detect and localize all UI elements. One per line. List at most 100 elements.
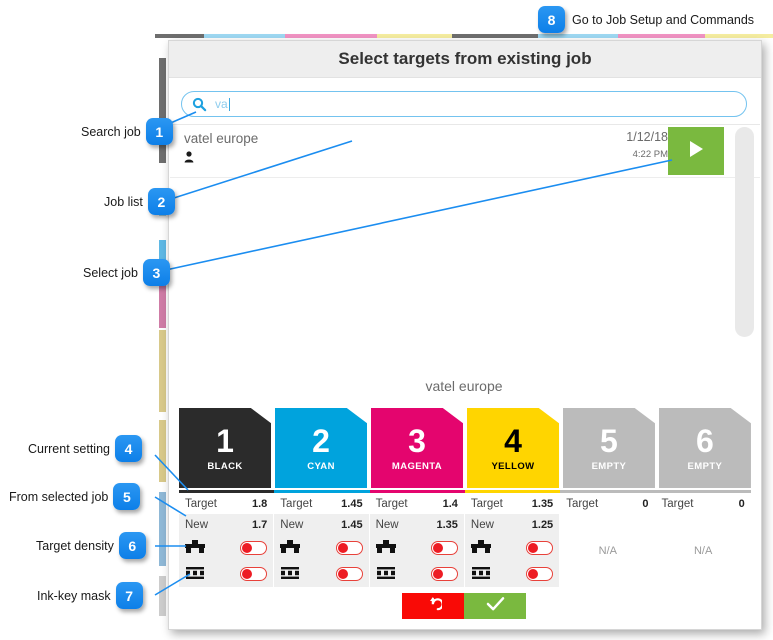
callout-6[interactable]: Target density 6: [36, 532, 146, 559]
selected-job-title: vatel europe: [425, 378, 503, 394]
unit-color-name: EMPTY: [687, 460, 723, 472]
job-time: 4:22 PM: [632, 149, 668, 160]
target-label: Target: [661, 497, 694, 510]
ink-key-mask-cell: [274, 561, 370, 587]
dialog-footer: [169, 593, 759, 619]
target-value: 1.4: [442, 497, 458, 510]
callout-badge[interactable]: 1: [145, 118, 173, 145]
ink-key-mask-toggle[interactable]: [526, 567, 554, 581]
callout-4[interactable]: Current setting 4: [28, 435, 142, 462]
unit-number: 5: [600, 422, 618, 459]
target-density-icon: [375, 539, 396, 557]
user-icon: [184, 150, 194, 168]
new-value: 1.45: [341, 518, 363, 531]
unit-color-name: EMPTY: [591, 460, 627, 472]
callout-label: Select job: [83, 265, 138, 280]
target-density-icon: [280, 539, 301, 557]
ink-key-mask-icon: [376, 566, 396, 583]
target-label: Target: [566, 497, 599, 510]
target-cell: Target 1.8: [179, 493, 275, 514]
new-cell: New 1.7: [179, 514, 275, 535]
targets-column-4: Target 1.35 New 1.25: [464, 490, 561, 587]
ink-key-mask-toggle[interactable]: [240, 567, 268, 581]
target-density-toggle[interactable]: [430, 541, 458, 555]
callout-label: From selected job: [9, 489, 109, 504]
unit-number: 4: [504, 422, 522, 459]
target-density-toggle[interactable]: [526, 541, 554, 555]
job-date: 1/12/18: [626, 130, 668, 144]
targets-column-3: Target 1.4 New 1.35: [369, 490, 465, 587]
job-list-item[interactable]: vatel europe 1/12/18 4:22 PM: [170, 125, 760, 178]
ink-unit-2: 2 CYAN: [274, 408, 368, 488]
job-list[interactable]: vatel europe 1/12/18 4:22 PM: [170, 124, 760, 368]
callout-label: Search job: [81, 124, 141, 139]
targets-table: Target 1.8 New 1.7 Target 1.45 New 1.45 …: [179, 490, 751, 587]
confirm-button[interactable]: [464, 593, 526, 619]
targets-column-5: Target 0 N/A: [560, 490, 656, 587]
callout-badge[interactable]: 2: [147, 188, 175, 215]
callout-badge[interactable]: 7: [115, 582, 143, 609]
callout-3[interactable]: Select job 3: [83, 259, 170, 286]
target-density-icon: [185, 539, 205, 557]
not-available-cell: N/A: [655, 514, 751, 587]
new-label: New: [470, 518, 494, 531]
ink-unit-5: 5 EMPTY: [562, 408, 655, 488]
search-input[interactable]: va: [181, 91, 747, 117]
target-cell: Target 1.35: [464, 493, 561, 514]
check-icon: [486, 595, 505, 617]
job-name: vatel europe: [184, 131, 259, 146]
cmyk-top-strip: [155, 34, 773, 38]
cancel-button[interactable]: [402, 593, 464, 619]
callout-badge[interactable]: 8: [538, 6, 565, 33]
new-value: 1.25: [531, 518, 554, 531]
target-cell: Target 1.4: [369, 493, 465, 514]
callout-2[interactable]: Job list 2: [104, 188, 175, 215]
select-targets-dialog: Select targets from existing job va vate…: [168, 40, 762, 630]
callout-7[interactable]: Ink-key mask 7: [37, 582, 143, 609]
play-icon: [688, 140, 704, 163]
unit-number: 3: [408, 422, 426, 459]
new-value: 1.35: [436, 518, 458, 531]
callout-label: Go to Job Setup and Commands: [572, 12, 755, 27]
callout-5[interactable]: From selected job 5: [9, 483, 141, 510]
unit-color-name: MAGENTA: [391, 460, 443, 472]
callout-badge[interactable]: 3: [142, 259, 170, 286]
ink-key-mask-toggle[interactable]: [335, 567, 363, 581]
ink-unit-4: 4 YELLOW: [466, 408, 560, 488]
new-cell: New 1.35: [369, 514, 465, 535]
search-input-value: va: [215, 97, 228, 111]
ink-key-mask-toggle[interactable]: [430, 567, 458, 581]
callout-badge[interactable]: 4: [114, 435, 142, 462]
target-label: Target: [375, 497, 408, 510]
callout-8[interactable]: 8 Go to Job Setup and Commands: [538, 6, 754, 33]
new-cell: New 1.25: [464, 514, 561, 535]
ink-key-mask-cell: [179, 561, 275, 587]
ink-key-mask-cell: [464, 561, 561, 587]
target-label: Target: [470, 497, 503, 510]
target-value: 1.35: [531, 497, 554, 510]
unit-number: 6: [696, 422, 714, 459]
target-density-icon: [470, 539, 491, 557]
callout-label: Job list: [104, 194, 143, 209]
not-available-cell: N/A: [560, 514, 656, 587]
callout-1[interactable]: Search job 1: [81, 118, 173, 145]
target-density-toggle[interactable]: [240, 541, 268, 555]
target-cell: Target 0: [560, 493, 656, 514]
dialog-body: va vatel europe 1/12/18 4:22 PM vatel eu…: [169, 78, 761, 629]
select-job-button[interactable]: [668, 127, 724, 175]
ink-key-mask-cell: [369, 561, 465, 587]
target-density-toggle[interactable]: [335, 541, 363, 555]
new-label: New: [280, 518, 304, 531]
target-density-cell: [274, 535, 370, 561]
callout-badge[interactable]: 5: [113, 483, 141, 510]
callout-label: Ink-key mask: [37, 588, 111, 603]
callout-badge[interactable]: 6: [118, 532, 146, 559]
text-caret: [228, 97, 230, 111]
ink-unit-3: 3 MAGENTA: [370, 408, 464, 488]
new-value: 1.7: [252, 518, 268, 531]
ink-unit-headers: 1 BLACK 2 CYAN 3 MAGENTA 4 YELLOW 5 EMPT…: [179, 408, 751, 488]
unit-color-name: CYAN: [307, 460, 335, 472]
unit-number: 2: [312, 422, 330, 459]
job-list-scrollbar[interactable]: [735, 127, 754, 337]
ink-unit-1: 1 BLACK: [179, 408, 272, 488]
